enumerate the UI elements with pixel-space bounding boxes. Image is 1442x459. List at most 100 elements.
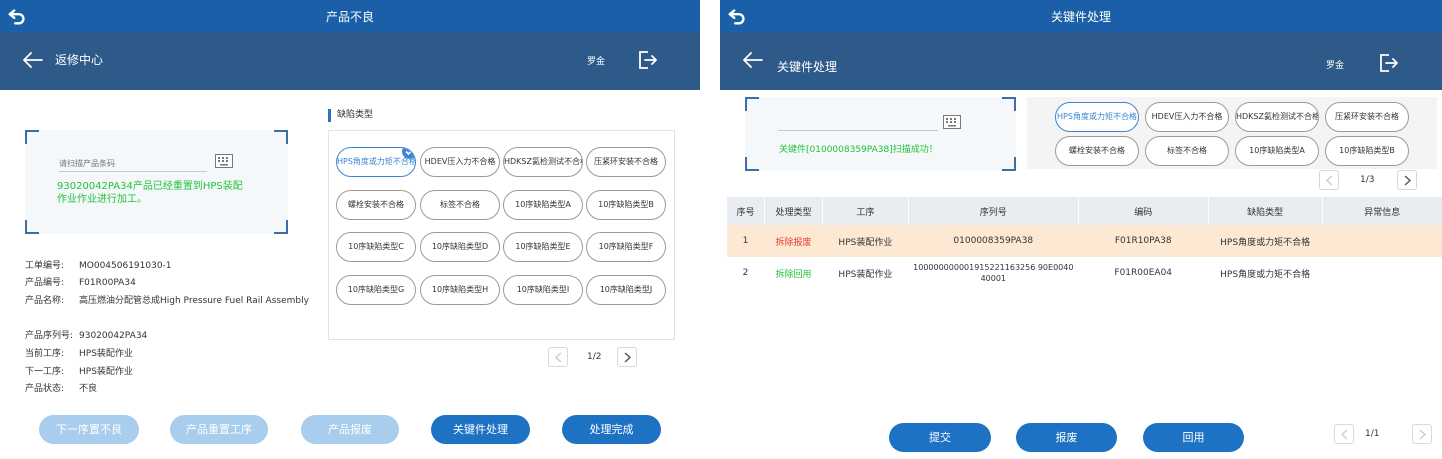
barcode-input[interactable] <box>778 115 938 131</box>
defect-chip[interactable]: 10序缺陷类型C <box>336 232 416 262</box>
column-header: 序号 <box>726 197 765 225</box>
defect-chip[interactable]: 10序缺陷类型J <box>586 275 666 305</box>
scan-corner <box>25 220 39 234</box>
defect-chip[interactable]: 标签不合格 <box>1145 136 1229 166</box>
barcode-input[interactable] <box>59 156 207 172</box>
next-page-button[interactable] <box>617 347 637 367</box>
scan-corner <box>274 130 288 144</box>
column-header: 异常信息 <box>1321 197 1442 225</box>
defect-chip[interactable]: 螺栓安装不合格 <box>1055 136 1139 166</box>
info-label: 当前工序: <box>25 349 65 359</box>
cell-serial: 100000000001915221163256 90E004040001 <box>913 263 1074 283</box>
column-header: 序列号 <box>907 197 1079 225</box>
check-icon <box>402 148 415 159</box>
column-header: 工序 <box>821 197 909 225</box>
page-title: 关键件处理 <box>777 60 838 74</box>
logout-icon[interactable] <box>636 49 658 71</box>
back-arrow-icon[interactable] <box>742 50 764 70</box>
cell-code: F01R00EA04 <box>1114 268 1173 278</box>
reuse-button[interactable]: 回用 <box>1143 423 1244 452</box>
scan-area: 93020042PA34产品已经重置到HPS装配作业作业进行加工。 <box>25 130 288 234</box>
defect-chip[interactable]: HDKSZ氦检测试不合格 <box>1235 102 1319 132</box>
finish-button[interactable]: 处理完成 <box>562 415 661 444</box>
defect-chip[interactable]: 10序缺陷类型A <box>1235 136 1319 166</box>
chevron-left-icon <box>554 352 562 363</box>
next-page-button[interactable] <box>1412 424 1432 444</box>
logout-icon[interactable] <box>1377 52 1399 74</box>
info-value: 高压燃油分配管总成High Pressure Fuel Rail Assembl… <box>79 296 309 306</box>
back-arrow-icon[interactable] <box>22 50 44 70</box>
scan-result-message: 关键件[0100008359PA38]扫描成功！ <box>779 145 938 155</box>
defect-chip[interactable]: 10序缺陷类型B <box>1325 136 1409 166</box>
info-label: 产品编号: <box>25 278 65 288</box>
top-bar: 产品不良 <box>0 0 700 32</box>
column-header: 处理类型 <box>763 197 823 225</box>
submit-button[interactable]: 提交 <box>889 423 991 452</box>
prev-page-button[interactable] <box>1334 424 1354 444</box>
defect-chip[interactable]: HPS角度或力矩不合格 <box>1055 102 1139 132</box>
defect-chip[interactable]: HPS角度或力矩不合格 <box>336 147 416 177</box>
info-label: 产品状态: <box>25 384 65 394</box>
info-label: 工单编号: <box>25 261 65 271</box>
scan-corner <box>1002 97 1016 111</box>
info-product-name: 产品名称: 高压燃油分配管总成High Pressure Fuel Rail As… <box>25 293 309 306</box>
defect-chip[interactable]: 压紧环安装不合格 <box>586 147 666 177</box>
defect-chip[interactable]: 10序缺陷类型E <box>503 232 583 262</box>
chevron-left-icon <box>1325 175 1333 186</box>
user-name: 罗金 <box>1326 61 1345 71</box>
right-screen: 关键件处理 关键件处理 罗金 关键件[0100008359PA38]扫描成功！ … <box>720 0 1442 459</box>
scan-area: 关键件[0100008359PA38]扫描成功！ <box>745 97 1016 171</box>
table-row[interactable]: 1 拆除报废 HPS装配作业 0100008359PA38 F01R10PA38… <box>726 225 1442 257</box>
key-part-button[interactable]: 关键件处理 <box>431 415 530 444</box>
table-header-row: 序号 处理类型 工序 序列号 编码 缺陷类型 异常信息 <box>726 197 1442 225</box>
cell-defect: HPS角度或力矩不合格 <box>1220 269 1311 280</box>
scan-corner <box>25 130 39 144</box>
column-header: 缺陷类型 <box>1207 197 1323 225</box>
next-page-button[interactable] <box>1397 170 1417 190</box>
scan-corner <box>274 220 288 234</box>
screen-divider <box>700 0 720 459</box>
defect-chip[interactable]: 10序缺陷类型F <box>586 232 666 262</box>
next-step-defect-button[interactable]: 下一序置不良 <box>39 415 139 444</box>
page-title: 返修中心 <box>55 53 104 67</box>
defect-chip[interactable]: 10序缺陷类型H <box>420 275 500 305</box>
prev-page-button[interactable] <box>548 347 568 367</box>
defect-chip[interactable]: 压紧环安装不合格 <box>1325 102 1409 132</box>
keyboard-icon[interactable] <box>215 154 233 168</box>
prev-page-button[interactable] <box>1319 170 1339 190</box>
defect-chip[interactable]: 10序缺陷类型I <box>503 275 583 305</box>
defect-chip[interactable]: 10序缺陷类型G <box>336 275 416 305</box>
info-work-order: 工单编号: MO004506191030-1 <box>25 258 172 271</box>
info-value: 不良 <box>79 384 98 394</box>
defect-section-title: 缺陷类型 <box>328 109 373 122</box>
chevron-left-icon <box>1340 429 1348 440</box>
info-value: 93020042PA34 <box>79 331 148 341</box>
defect-chip[interactable]: HDEV压入力不合格 <box>1145 102 1229 132</box>
defect-chip[interactable]: 10序缺陷类型B <box>586 190 666 220</box>
info-serial-no: 产品序列号: 93020042PA34 <box>25 328 147 341</box>
defect-chip[interactable]: 10序缺陷类型D <box>420 232 500 262</box>
scrap-product-button[interactable]: 产品报废 <box>301 415 399 444</box>
defect-chip[interactable]: HDEV压入力不合格 <box>420 147 500 177</box>
table-row[interactable]: 2 拆除回用 HPS装配作业 100000000001915221163256 … <box>727 257 1442 289</box>
cell-defect: HPS角度或力矩不合格 <box>1208 225 1323 257</box>
scan-corner <box>745 157 759 171</box>
defect-chip[interactable]: 标签不合格 <box>420 190 500 220</box>
defect-chip[interactable]: 螺栓安装不合格 <box>336 190 416 220</box>
info-value: HPS装配作业 <box>79 367 133 377</box>
defect-chip[interactable]: 10序缺陷类型A <box>503 190 583 220</box>
chevron-right-icon <box>1419 429 1427 440</box>
defect-chip[interactable]: HDKSZ氦检测试不合格 <box>503 147 583 177</box>
page-indicator: 1/1 <box>1365 429 1380 439</box>
info-value: HPS装配作业 <box>79 349 133 359</box>
header: 返修中心 罗金 <box>0 32 700 90</box>
top-bar-title: 关键件处理 <box>1050 10 1111 24</box>
keyboard-icon[interactable] <box>943 115 961 129</box>
scrap-button[interactable]: 报废 <box>1016 423 1117 452</box>
reset-process-button[interactable]: 产品重置工序 <box>170 415 268 444</box>
info-label: 产品名称: <box>25 296 65 306</box>
info-product-no: 产品编号: F01R00PA34 <box>25 275 136 288</box>
cell-no: 2 <box>742 268 749 278</box>
cell-type: 拆除报废 <box>764 225 823 257</box>
info-value: MO004506191030-1 <box>79 261 172 271</box>
